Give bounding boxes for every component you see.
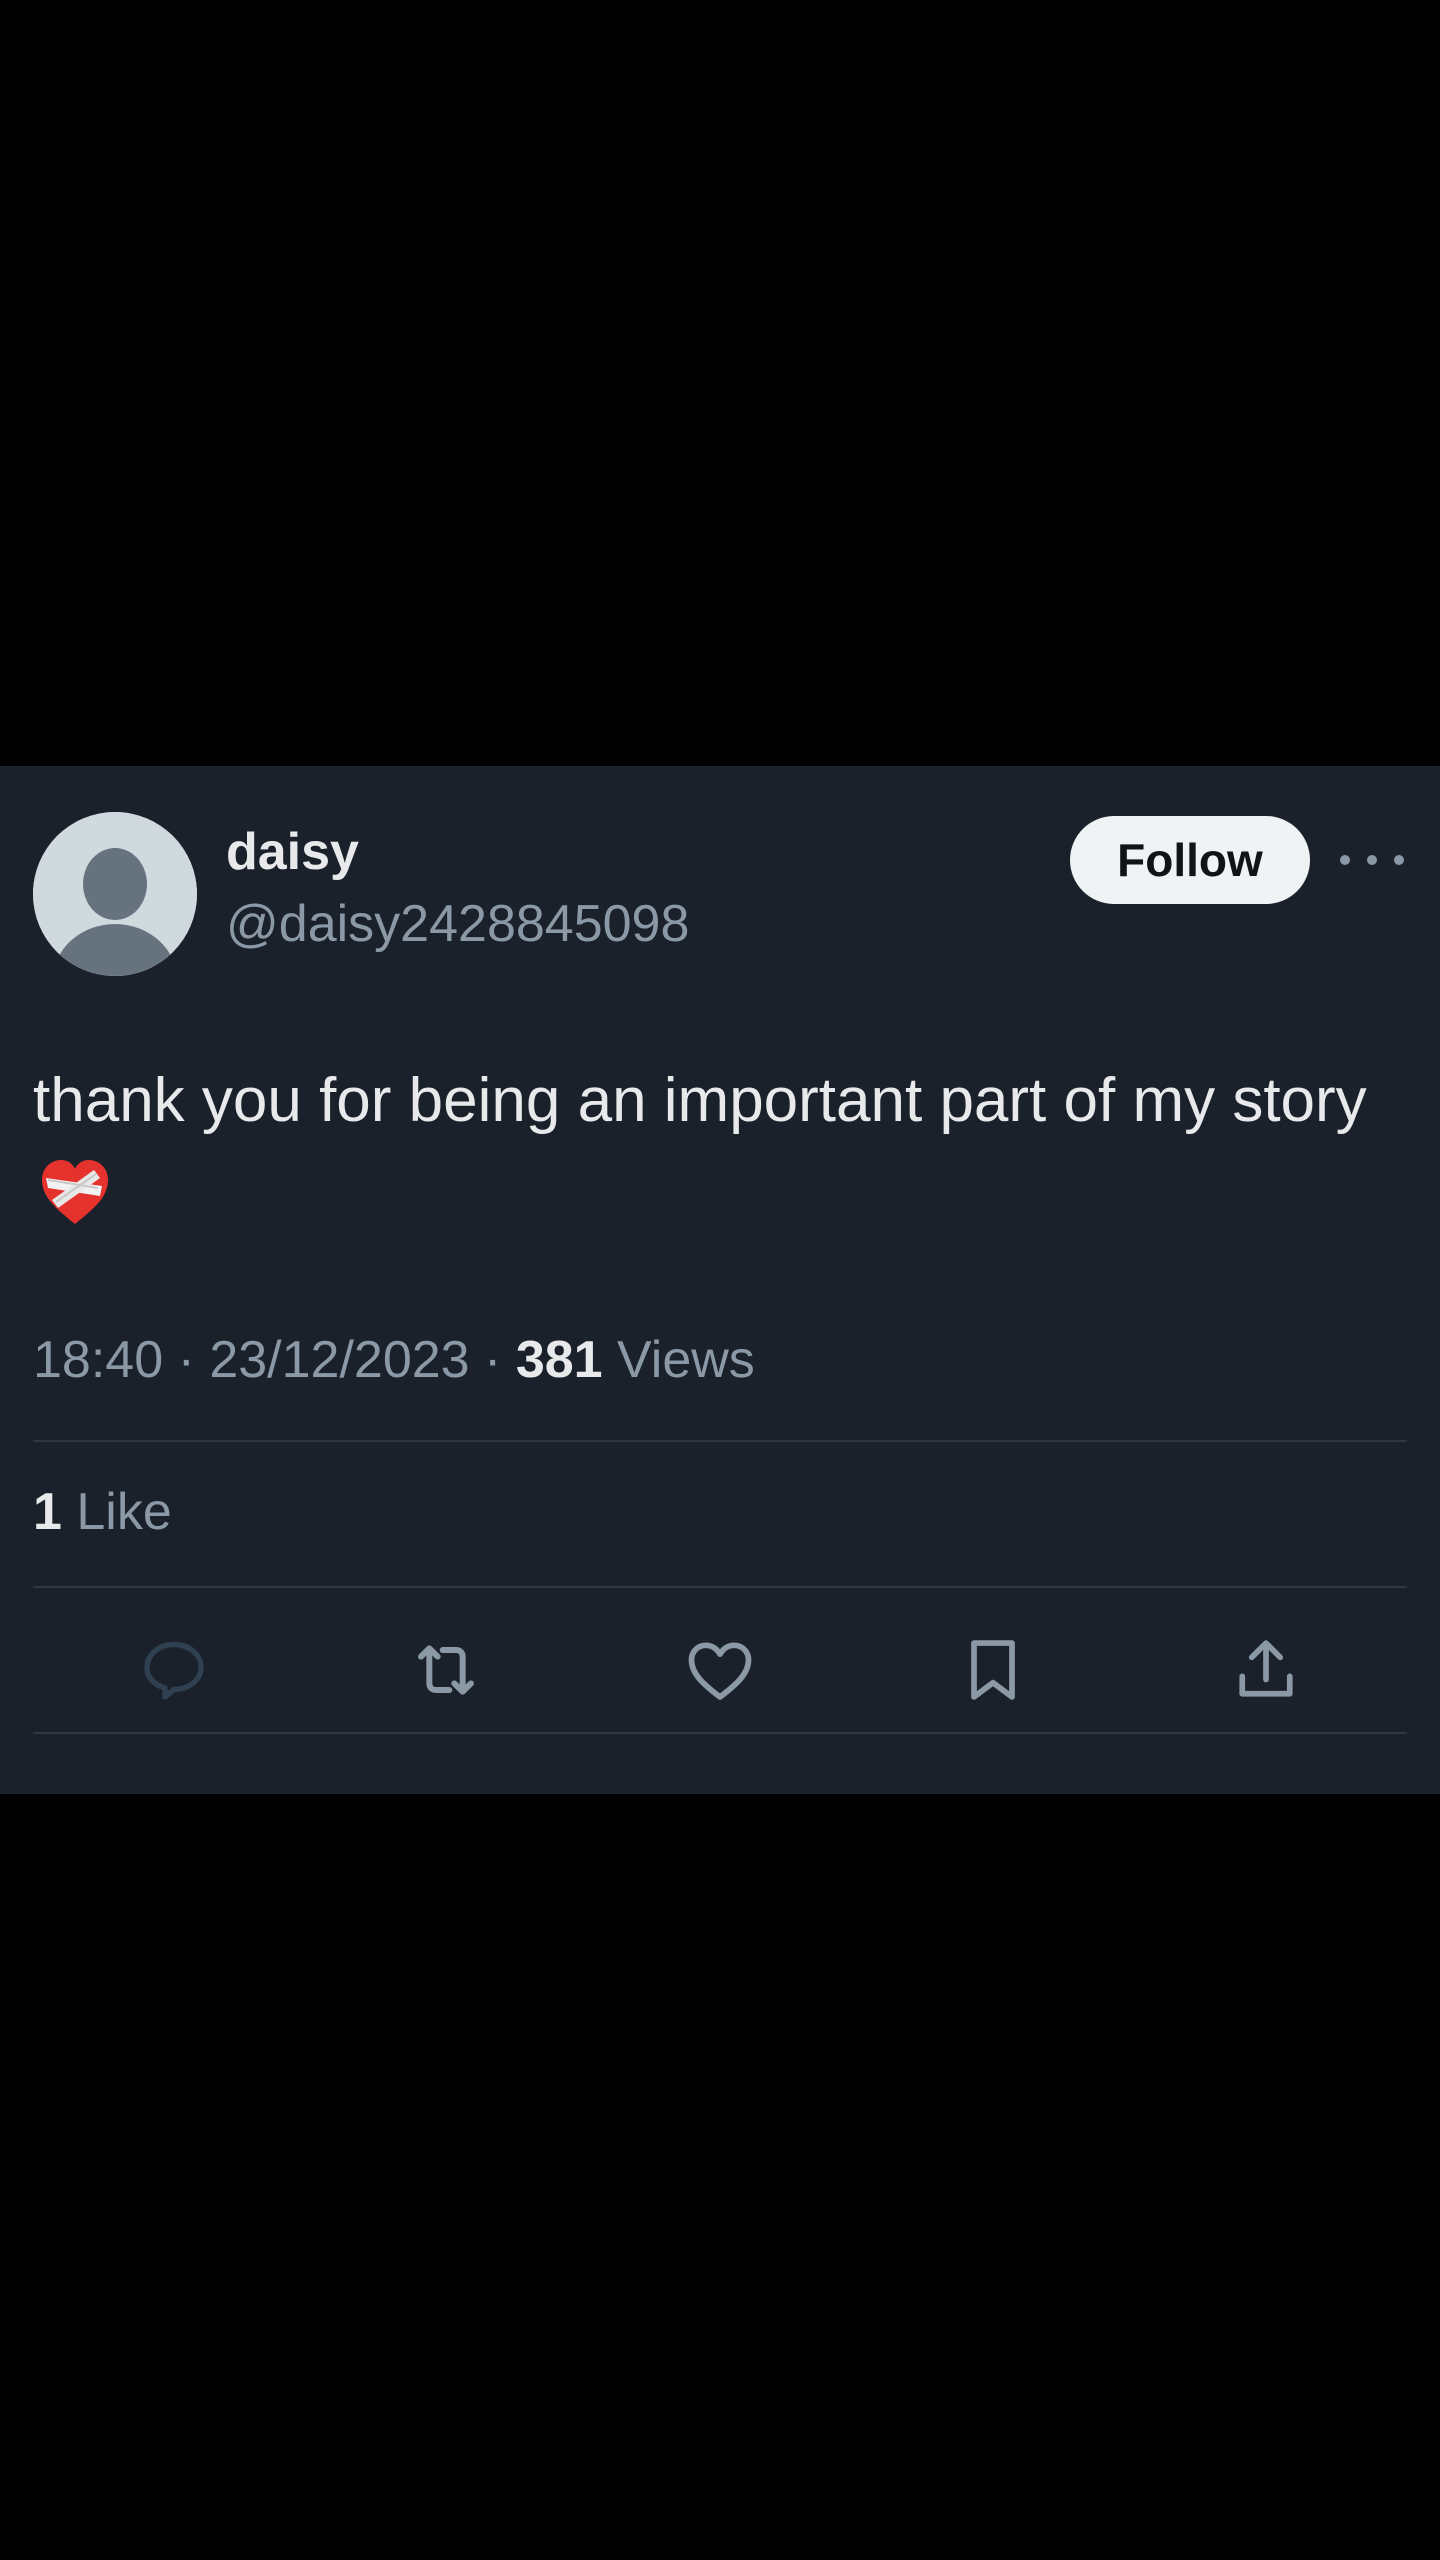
more-options-icon[interactable] [1340,842,1404,878]
timestamp[interactable]: 18:40 · 23/12/2023 · [33,1331,516,1389]
retweet-icon [418,1645,474,1695]
bookmark-button[interactable] [953,1630,1033,1710]
divider [33,1440,1407,1442]
likes-row[interactable]: 1 Like [33,1486,172,1538]
bookmark-icon [971,1640,1015,1700]
likes-count: 1 [33,1483,62,1541]
retweet-button[interactable] [406,1630,486,1710]
share-icon [1239,1640,1293,1697]
display-name[interactable]: daisy [226,826,359,878]
divider [33,1732,1407,1734]
tweet-text: thank you for being an important part of… [33,1066,1367,1135]
share-button[interactable] [1226,1630,1306,1710]
user-handle[interactable]: @daisy2428845098 [226,898,689,950]
divider [33,1586,1407,1588]
likes-label: Like [61,1483,172,1541]
like-icon [688,1642,752,1700]
reply-button[interactable] [134,1630,214,1710]
like-button[interactable] [680,1630,760,1710]
avatar[interactable] [33,812,197,976]
views-label: Views [602,1331,755,1389]
default-avatar-icon [33,812,197,976]
reply-icon [144,1641,204,1700]
views-count: 381 [515,1331,603,1389]
tweet-meta: 18:40 · 23/12/2023 · 381 Views [33,1334,755,1386]
follow-button[interactable]: Follow [1070,816,1310,904]
mending-heart-emoji [38,1156,112,1230]
